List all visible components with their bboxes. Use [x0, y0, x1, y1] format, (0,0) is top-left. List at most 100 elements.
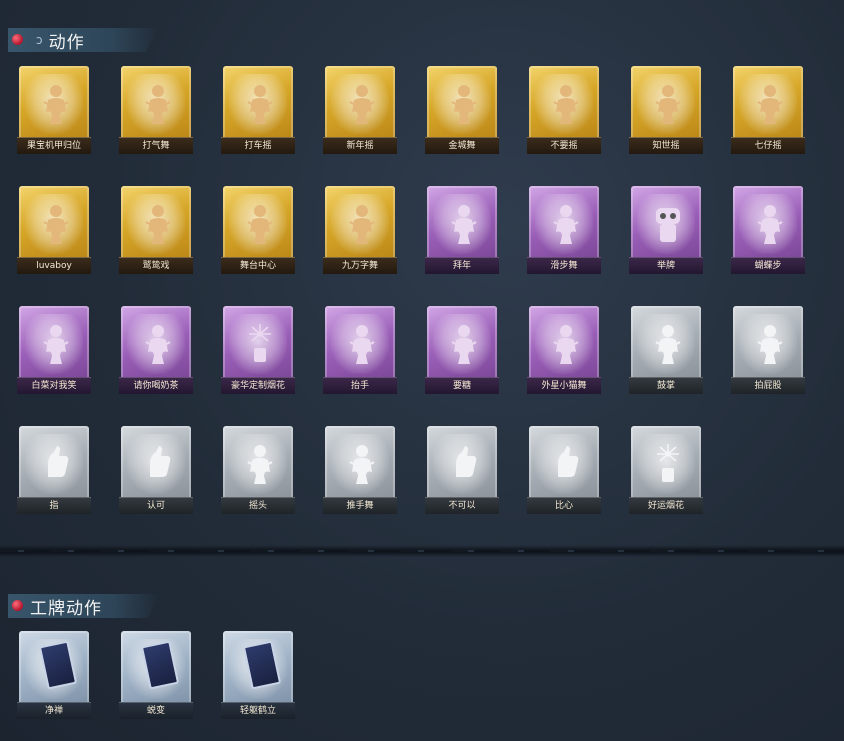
emote-card[interactable]: 打车摇: [221, 66, 295, 154]
emote-card[interactable]: 请你喝奶茶: [119, 306, 193, 394]
figure-icon: [242, 202, 278, 246]
emote-card-label: 要糖: [425, 377, 499, 394]
emote-card[interactable]: 不可以: [425, 426, 499, 514]
emote-card[interactable]: 蝴蝶步: [731, 186, 805, 274]
emote-card[interactable]: 舞台中心: [221, 186, 295, 274]
emote-card-art: [529, 426, 599, 502]
emote-card-art: [223, 631, 293, 707]
emote-card[interactable]: 鼓掌: [629, 306, 703, 394]
emote-card[interactable]: 果宝机甲归位: [17, 66, 91, 154]
emote-card[interactable]: 豪华定制烟花: [221, 306, 295, 394]
emote-card-label: 打气舞: [119, 137, 193, 154]
emote-card-art: [121, 426, 191, 502]
emote-card-label: 拍屁股: [731, 377, 805, 394]
finger-icon: [446, 442, 482, 486]
emote-card-art: [121, 306, 191, 382]
card-corner-ornament: [273, 631, 293, 650]
swirl-ornament-icon: ↄ: [36, 33, 43, 47]
pin-icon: [12, 34, 23, 45]
emote-card[interactable]: 指: [17, 426, 91, 514]
emote-card-label: 鼓掌: [629, 377, 703, 394]
emote-card[interactable]: 拍屁股: [731, 306, 805, 394]
emote-card[interactable]: 蜕变: [119, 631, 193, 719]
emote-card-art: [427, 186, 497, 262]
emote-card-art: [631, 186, 701, 262]
emote-card-art: [223, 66, 293, 142]
emote-card[interactable]: 金城舞: [425, 66, 499, 154]
emote-card[interactable]: 新年摇: [323, 66, 397, 154]
figure-icon: [752, 82, 788, 126]
emote-card-art: [121, 66, 191, 142]
section-title: 工牌动作: [30, 598, 102, 619]
section-header-badge-actions: 工牌动作: [8, 594, 160, 618]
emote-card-art: [733, 306, 803, 382]
emote-card[interactable]: 九万字舞: [323, 186, 397, 274]
emote-card-art: [223, 426, 293, 502]
emote-card[interactable]: 鹫鸷戏: [119, 186, 193, 274]
emote-card-label: 新年摇: [323, 137, 397, 154]
figure-icon: [344, 442, 380, 486]
emote-card[interactable]: 轻躯鹤立: [221, 631, 295, 719]
emote-card-art: [325, 186, 395, 262]
emote-card[interactable]: 白菜对我笑: [17, 306, 91, 394]
figure-icon: [548, 322, 584, 366]
emote-card-art: [19, 306, 89, 382]
emote-card-label: 比心: [527, 497, 601, 514]
emote-card-label: 不可以: [425, 497, 499, 514]
emote-card-art: [427, 426, 497, 502]
emote-card-label: 请你喝奶茶: [119, 377, 193, 394]
emote-card[interactable]: 推手舞: [323, 426, 397, 514]
card-corner-ornament: [171, 631, 191, 650]
emote-card-label: 蜕变: [119, 702, 193, 719]
emote-card[interactable]: 摇头: [221, 426, 295, 514]
emote-card-art: [529, 66, 599, 142]
emote-card-art: [325, 306, 395, 382]
emote-card-label: 白菜对我笑: [17, 377, 91, 394]
figure-icon: [344, 322, 380, 366]
figure-icon: [38, 82, 74, 126]
emote-card[interactable]: 打气舞: [119, 66, 193, 154]
emote-card[interactable]: 举牌: [629, 186, 703, 274]
emote-card-label: 不要摇: [527, 137, 601, 154]
emote-card[interactable]: 认可: [119, 426, 193, 514]
emote-card-label: luvaboy: [17, 257, 91, 274]
emote-card[interactable]: 拜年: [425, 186, 499, 274]
emote-card-art: [223, 186, 293, 262]
emote-card-art: [121, 631, 191, 707]
emote-card[interactable]: 好运烟花: [629, 426, 703, 514]
emote-card-label: 推手舞: [323, 497, 397, 514]
figure-icon: [446, 82, 482, 126]
emote-card[interactable]: luvaboy: [17, 186, 91, 274]
emote-card-art: [631, 66, 701, 142]
emote-card-label: 果宝机甲归位: [17, 137, 91, 154]
thumbs-up-icon: [140, 442, 176, 486]
figure-icon: [38, 202, 74, 246]
figure-icon: [140, 82, 176, 126]
emote-card-label: 外星小猫舞: [527, 377, 601, 394]
figure-icon: [140, 202, 176, 246]
figure-icon: [752, 202, 788, 246]
emote-card[interactable]: 抬手: [323, 306, 397, 394]
emote-card-label: 打车摇: [221, 137, 295, 154]
figure-icon: [548, 82, 584, 126]
emote-card-label: 抬手: [323, 377, 397, 394]
fireworks-icon: [242, 322, 278, 366]
emote-card[interactable]: 知世摇: [629, 66, 703, 154]
emote-card[interactable]: 不要摇: [527, 66, 601, 154]
emote-card[interactable]: 比心: [527, 426, 601, 514]
emote-card[interactable]: 要糖: [425, 306, 499, 394]
emote-card[interactable]: 外星小猫舞: [527, 306, 601, 394]
emote-card-label: 鹫鸷戏: [119, 257, 193, 274]
figure-icon: [38, 322, 74, 366]
emote-card-label: 金城舞: [425, 137, 499, 154]
heart-hand-icon: [548, 442, 584, 486]
robot-icon: [650, 202, 686, 246]
emote-card[interactable]: 净禅: [17, 631, 91, 719]
emote-card-label: 舞台中心: [221, 257, 295, 274]
emote-card-label: 蝴蝶步: [731, 257, 805, 274]
emote-card[interactable]: 滑步舞: [527, 186, 601, 274]
emote-card[interactable]: 七仔摇: [731, 66, 805, 154]
emote-card-label: 举牌: [629, 257, 703, 274]
emote-card-art: [19, 66, 89, 142]
emote-card-art: [121, 186, 191, 262]
